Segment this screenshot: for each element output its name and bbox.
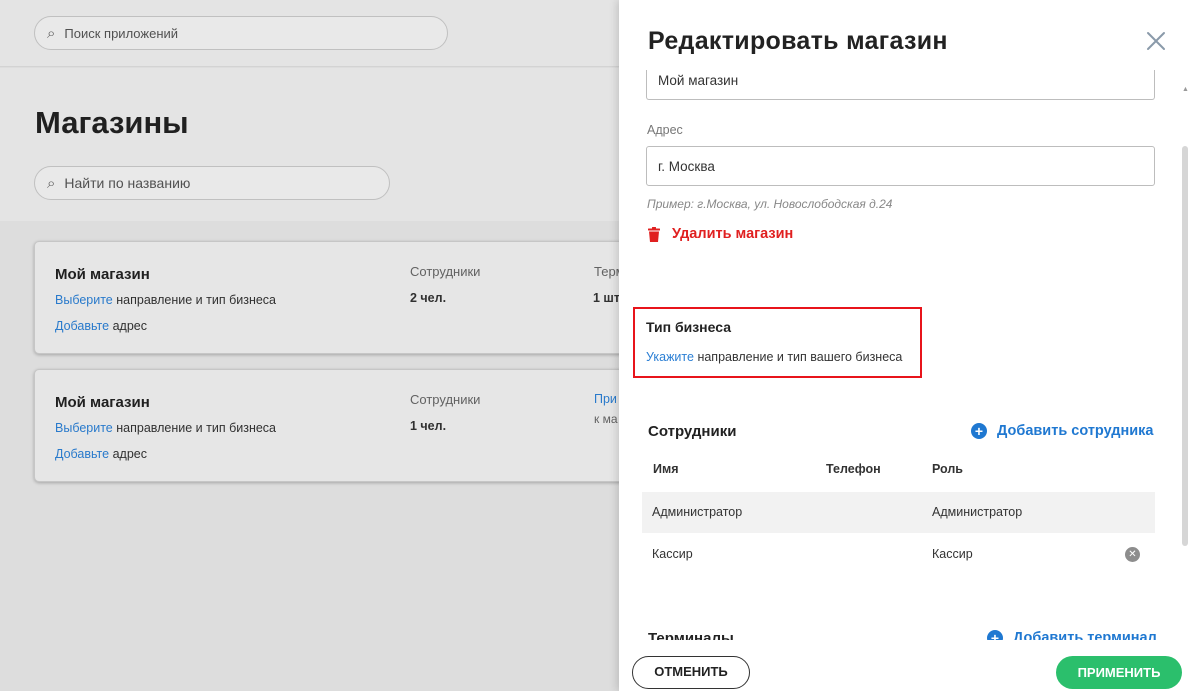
column-header-name: Имя [653,462,679,476]
drawer-scroll-area[interactable]: Мой магазин Адрес г. Москва Пример: г.Мо… [619,70,1188,640]
table-row[interactable]: Администратор Администратор [642,492,1155,533]
address-label: Адрес [647,123,683,137]
address-field[interactable]: г. Москва [646,146,1155,186]
delete-store-button[interactable]: Удалить магазин [648,226,793,242]
terminals-title: Терминалы [648,630,734,640]
plus-circle-icon: + [987,630,1003,640]
employees-title: Сотрудники [648,423,737,440]
add-terminal-button[interactable]: + Добавить терминал [987,630,1157,640]
cancel-button[interactable]: ОТМЕНИТЬ [632,656,750,689]
specify-business-link[interactable]: Укажите [646,350,694,364]
business-type-title: Тип бизнеса [646,319,731,335]
close-icon[interactable] [1144,29,1168,53]
delete-store-label: Удалить магазин [672,226,794,242]
address-hint: Пример: г.Москва, ул. Новослободская д.2… [647,197,893,211]
add-employee-label: Добавить сотрудника [997,423,1154,439]
drawer-footer: ОТМЕНИТЬ ПРИМЕНИТЬ [619,640,1188,691]
employee-role: Администратор [932,505,1023,519]
edit-store-drawer: Редактировать магазин Мой магазин Адрес … [619,0,1188,691]
plus-circle-icon: + [971,423,987,439]
table-row[interactable]: Кассир Кассир ✕ [642,534,1155,575]
employee-role: Кассир [932,547,973,561]
add-terminal-label: Добавить терминал [1013,630,1157,640]
column-header-phone: Телефон [826,462,881,476]
business-type-line: Укажите направление и тип вашего бизнеса [646,350,903,364]
scrollbar-thumb[interactable] [1182,146,1188,546]
add-employee-button[interactable]: + Добавить сотрудника [971,423,1153,439]
employee-name: Администратор [652,505,743,519]
modal-overlay[interactable] [0,0,619,691]
apply-button[interactable]: ПРИМЕНИТЬ [1056,656,1182,689]
trash-icon [648,226,660,242]
drawer-title: Редактировать магазин [648,27,948,55]
remove-employee-icon[interactable]: ✕ [1125,547,1140,562]
column-header-role: Роль [932,462,963,476]
store-name-value: Мой магазин [658,73,739,88]
business-type-highlight [633,307,922,378]
employee-name: Кассир [652,547,693,561]
scroll-up-arrow[interactable]: ▲ [1182,86,1188,93]
store-name-field[interactable]: Мой магазин [646,70,1155,100]
address-value: г. Москва [658,158,715,174]
